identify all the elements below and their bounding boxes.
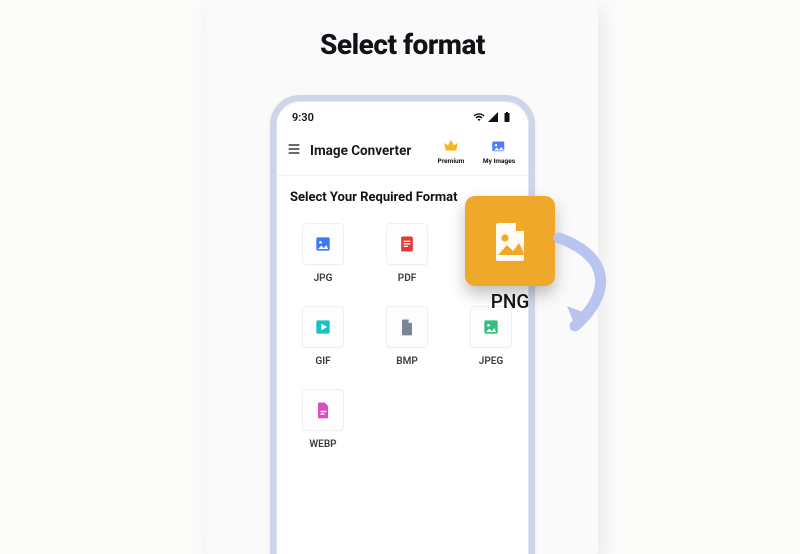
my-images-button[interactable]: My Images [479,137,519,165]
format-label: PDF [398,273,416,284]
wifi-icon [473,111,485,123]
format-label: JPG [314,273,333,284]
format-label: JPEG [479,356,503,367]
file-icon [313,400,333,420]
crown-icon [442,137,460,155]
statusbar: 9:30 [276,101,529,129]
menu-button[interactable] [286,141,302,161]
format-tile-pdf[interactable]: PDF [378,223,436,284]
play-icon [313,317,333,337]
premium-label: Premium [438,157,465,165]
image-icon [486,217,534,265]
arrow-icon [547,230,627,340]
format-tile-gif[interactable]: GIF [294,306,352,367]
format-label: WEBP [309,439,336,450]
statusbar-icons [473,111,513,123]
statusbar-time: 9:30 [292,111,314,124]
file-icon [397,317,417,337]
signal-icon [487,111,499,123]
premium-button[interactable]: Premium [431,137,471,165]
hamburger-icon [286,141,302,157]
page-title: Select format [207,28,598,61]
appbar: Image Converter Premium My Images [276,129,529,176]
format-tile-png[interactable] [465,196,555,286]
callout-label: PNG [465,290,555,313]
image-icon [313,234,333,254]
format-tile-jpeg[interactable]: JPEG [462,306,520,367]
format-label: GIF [315,356,330,367]
format-tile-webp[interactable]: WEBP [294,389,352,450]
format-label: BMP [396,356,418,367]
phone-mock: 9:30 Image Converter Premium [270,95,535,554]
app-title: Image Converter [310,143,411,159]
image-icon [481,317,501,337]
format-tile-jpg[interactable]: JPG [294,223,352,284]
document-icon [397,234,417,254]
format-tile-bmp[interactable]: BMP [378,306,436,367]
battery-icon [501,111,513,123]
my-images-label: My Images [483,157,515,165]
promo-card: Select format 9:30 Image Converter P [207,0,598,554]
images-icon [490,137,508,155]
